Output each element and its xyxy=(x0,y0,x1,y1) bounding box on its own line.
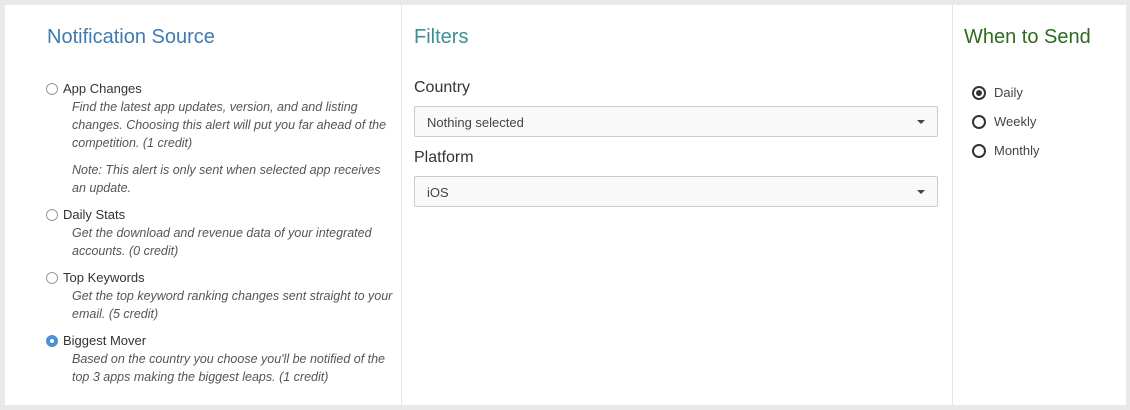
notification-settings-panel: Notification Source App Changes Find the… xyxy=(5,5,1126,405)
frequency-option-daily[interactable]: Daily xyxy=(972,85,1040,114)
platform-select[interactable]: iOS xyxy=(414,176,938,207)
filters-column: Filters Country Nothing selected Platfor… xyxy=(402,5,953,405)
source-option-label: Daily Stats xyxy=(63,207,126,222)
notification-source-list: App Changes Find the latest app updates,… xyxy=(45,80,395,395)
source-option-label: App Changes xyxy=(63,81,142,96)
platform-label: Platform xyxy=(414,149,474,166)
source-option-biggest-mover[interactable]: Biggest Mover Based on the country you c… xyxy=(45,332,395,386)
source-option-label: Top Keywords xyxy=(63,270,145,285)
daily-radio[interactable] xyxy=(972,86,986,100)
frequency-option-weekly[interactable]: Weekly xyxy=(972,114,1040,143)
country-select-value: Nothing selected xyxy=(427,115,524,130)
source-option-label: Biggest Mover xyxy=(63,333,147,348)
country-select[interactable]: Nothing selected xyxy=(414,106,938,137)
notification-source-title: Notification Source xyxy=(47,26,215,48)
notification-source-column: Notification Source App Changes Find the… xyxy=(5,5,402,405)
platform-select-value: iOS xyxy=(427,185,449,200)
source-option-description: Get the top keyword ranking changes sent… xyxy=(72,289,393,321)
source-option-description: Get the download and revenue data of you… xyxy=(72,226,372,258)
filters-title: Filters xyxy=(414,26,469,48)
top-keywords-radio[interactable] xyxy=(46,272,58,284)
monthly-radio[interactable] xyxy=(972,144,986,158)
source-option-note: Note: This alert is only sent when selec… xyxy=(72,163,381,195)
frequency-options: Daily Weekly Monthly xyxy=(972,85,1040,172)
source-option-daily-stats[interactable]: Daily Stats Get the download and revenue… xyxy=(45,206,395,260)
daily-stats-radio[interactable] xyxy=(46,209,58,221)
country-label: Country xyxy=(414,79,471,96)
source-option-description: Find the latest app updates, version, an… xyxy=(72,100,387,150)
frequency-option-monthly[interactable]: Monthly xyxy=(972,143,1040,172)
source-option-top-keywords[interactable]: Top Keywords Get the top keyword ranking… xyxy=(45,269,395,323)
frequency-label: Daily xyxy=(994,85,1023,100)
app-changes-radio[interactable] xyxy=(46,83,58,95)
weekly-radio[interactable] xyxy=(972,115,986,129)
when-to-send-column: When to Send Daily Weekly Monthly xyxy=(953,5,1126,405)
when-to-send-title: When to Send xyxy=(964,26,1091,48)
source-option-app-changes[interactable]: App Changes Find the latest app updates,… xyxy=(45,80,395,197)
frequency-label: Monthly xyxy=(994,143,1040,158)
caret-down-icon xyxy=(917,120,925,124)
source-option-description: Based on the country you choose you'll b… xyxy=(72,352,386,384)
biggest-mover-radio[interactable] xyxy=(46,335,58,347)
caret-down-icon xyxy=(917,190,925,194)
frequency-label: Weekly xyxy=(994,114,1037,129)
